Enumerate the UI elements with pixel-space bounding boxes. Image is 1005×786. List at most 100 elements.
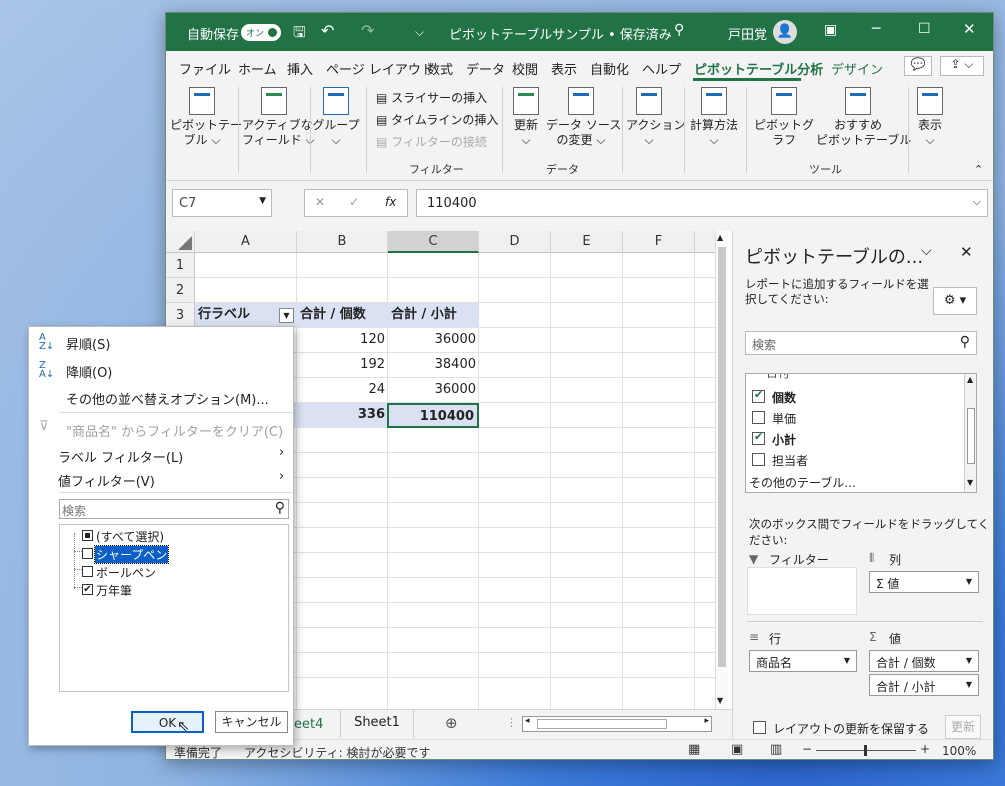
calculations-button[interactable]: 計算方法 ⌵ <box>686 87 742 148</box>
pane-options-chevron-icon[interactable]: ⌵ <box>921 243 932 259</box>
pivotchart-button[interactable]: ピボットグラフ <box>752 87 816 148</box>
comments-icon[interactable]: 💬 <box>904 56 932 76</box>
insert-timeline-button[interactable]: ▤ タイムラインの挿入 <box>376 111 498 128</box>
undo-icon[interactable]: ↶ <box>321 21 334 40</box>
filter-connections-button[interactable]: ▤ フィルターの接続 <box>376 133 487 150</box>
collapse-ribbon-icon[interactable]: ⌃ <box>974 163 983 176</box>
insert-function-icon[interactable]: fx <box>385 195 396 209</box>
recommended-pivottables-button[interactable]: おすすめ ピボットテーブル <box>816 87 911 148</box>
change-data-source-button[interactable]: データ ソース の変更 ⌵ <box>546 87 621 148</box>
cancel-button[interactable]: キャンセル <box>215 711 288 733</box>
col-header-c[interactable]: C <box>388 231 479 253</box>
redo-icon[interactable]: ↷ <box>361 21 374 40</box>
row-header-1[interactable]: 1 <box>166 253 195 278</box>
field-checkbox-subtotal[interactable] <box>752 430 765 445</box>
pane-close-icon[interactable]: ✕ <box>960 243 973 261</box>
values-item-count-dropdown-icon[interactable]: ▼ <box>966 656 972 665</box>
tab-file[interactable]: ファイル <box>179 59 231 78</box>
values-item-subtotal[interactable]: 合計 / 小計 ▼ <box>869 674 979 696</box>
save-icon[interactable]: 🖫 <box>293 22 306 47</box>
scroll-up-icon[interactable]: ▲ <box>717 233 723 242</box>
tab-insert[interactable]: 挿入 <box>287 59 313 78</box>
columns-item-dropdown-icon[interactable]: ▼ <box>966 577 972 586</box>
scroll-left-icon[interactable]: ◂ <box>525 716 530 726</box>
pivottable-button[interactable]: ピボットテー ブル ⌵ <box>170 87 242 148</box>
select-all-checkbox[interactable] <box>82 530 93 541</box>
field-checkbox-count[interactable] <box>752 388 765 403</box>
autosave-toggle[interactable]: オン <box>241 24 281 41</box>
tab-view[interactable]: 表示 <box>551 59 577 78</box>
label-filter-item[interactable]: ラベル フィルター(L) <box>58 447 183 466</box>
name-box-dropdown-icon[interactable]: ▼ <box>259 196 266 206</box>
pivot-header-count[interactable]: 合計 / 個数 <box>297 303 388 328</box>
sort-ascending-item[interactable]: 昇順(S) <box>66 334 110 353</box>
field-item-subtotal[interactable]: 小計 <box>752 430 952 448</box>
scroll-right-icon[interactable]: ▸ <box>704 716 709 726</box>
tab-automate[interactable]: 自動化 <box>590 59 629 78</box>
clear-filter-item[interactable]: "商品名" からフィルターをクリア(C) <box>66 421 283 440</box>
maximize-button[interactable]: ☐ <box>918 21 931 37</box>
col-header-b[interactable]: B <box>297 231 388 253</box>
h-scroll-thumb[interactable] <box>537 719 667 729</box>
field-scroll-down-icon[interactable]: ▼ <box>967 478 973 487</box>
cell-b6[interactable]: 24 <box>297 378 388 403</box>
rows-item-dropdown-icon[interactable]: ▼ <box>844 656 850 665</box>
pivot-row-label-cell[interactable]: 行ラベル ▼ <box>195 303 297 328</box>
ribbon-display-icon[interactable]: ▣ <box>824 22 837 38</box>
columns-item-values[interactable]: Σ 値 ▼ <box>869 571 979 593</box>
zoom-in-icon[interactable]: + <box>920 742 930 756</box>
row-header-3[interactable]: 3 <box>166 303 195 328</box>
field-checkbox-owner[interactable] <box>752 453 765 466</box>
pivot-header-subtotal[interactable]: 合計 / 小計 <box>388 303 479 328</box>
tab-help[interactable]: ヘルプ <box>642 59 681 78</box>
col-header-f[interactable]: F <box>623 231 695 253</box>
cell-b5[interactable]: 192 <box>297 353 388 378</box>
zoom-out-icon[interactable]: − <box>802 742 812 756</box>
actions-button[interactable]: アクション ⌵ <box>626 87 685 148</box>
field-item-count[interactable]: 個数 <box>752 388 952 406</box>
ok-button[interactable]: OK <box>131 711 204 733</box>
close-button[interactable]: ✕ <box>963 20 976 38</box>
col-header-g[interactable] <box>695 231 716 253</box>
field-scroll-up-icon[interactable]: ▲ <box>967 375 973 384</box>
scroll-thumb[interactable] <box>718 247 726 667</box>
filter-search-input[interactable]: 検索 ⚲ <box>59 499 289 519</box>
values-item-subtotal-dropdown-icon[interactable]: ▼ <box>966 680 972 689</box>
search-icon[interactable]: ⚲ <box>674 22 684 38</box>
values-item-count[interactable]: 合計 / 個数 ▼ <box>869 650 979 672</box>
cell-c6[interactable]: 36000 <box>388 378 479 403</box>
insert-slicer-button[interactable]: ▤ スライサーの挿入 <box>376 89 487 106</box>
field-item-date[interactable]: 日付 <box>746 374 966 380</box>
zoom-level[interactable]: 100% <box>942 744 976 758</box>
field-item-owner[interactable]: 担当者 <box>752 451 952 469</box>
pane-settings-gear-icon[interactable]: ⚙ ▾ <box>933 287 977 315</box>
field-search-input[interactable]: 検索 ⚲ <box>745 331 977 355</box>
rows-item-product[interactable]: 商品名 ▼ <box>749 650 857 672</box>
defer-update-checkbox[interactable] <box>753 721 766 734</box>
tab-pivot-analyze[interactable]: ピボットテーブル分析 <box>694 59 823 78</box>
group-button[interactable]: グループ ⌵ <box>312 87 360 148</box>
tab-data[interactable]: データ <box>466 59 505 78</box>
accessibility-status[interactable]: アクセシビリティ: 検討が必要です <box>244 744 431 759</box>
col-header-e[interactable]: E <box>551 231 623 253</box>
update-button[interactable]: 更新 <box>945 715 981 739</box>
active-field-button[interactable]: アクティブな フィールド ⌵ <box>242 87 315 148</box>
page-break-view-icon[interactable]: ▥ <box>770 742 782 757</box>
enter-icon[interactable]: ✓ <box>349 195 359 209</box>
horizontal-scrollbar[interactable]: ◂ ▸ <box>522 716 712 732</box>
zoom-slider[interactable] <box>816 745 916 756</box>
col-header-a[interactable]: A <box>195 231 297 253</box>
cancel-icon[interactable]: ✕ <box>315 195 325 209</box>
tab-formulas[interactable]: 数式 <box>427 59 453 78</box>
fountain-pen-checkbox[interactable]: ✔ <box>82 584 93 595</box>
avatar[interactable]: 👤 <box>773 20 797 44</box>
minimize-button[interactable]: ─ <box>872 21 880 37</box>
tab-page-layout[interactable]: ページ レイアウト <box>326 59 434 78</box>
selected-cell-c7[interactable]: 110400 <box>387 403 479 428</box>
add-sheet-icon[interactable]: ⊕ <box>445 714 458 732</box>
field-list[interactable]: 日付 個数 単価 小計 担当者 その他のテーブル... ▲▼ <box>745 373 977 493</box>
quick-access-chevron-icon[interactable]: ⌵ <box>415 25 424 40</box>
row-label-filter-dropdown[interactable]: ▼ <box>279 308 294 323</box>
share-icon[interactable]: ⇪ ⌵ <box>940 56 984 76</box>
field-item-unit-price[interactable]: 単価 <box>752 409 952 427</box>
